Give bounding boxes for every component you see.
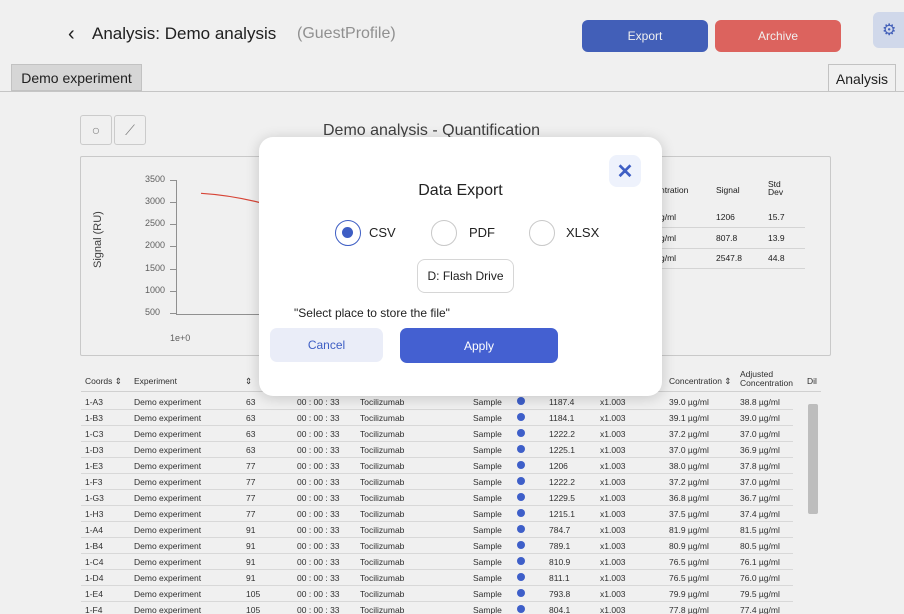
label-pdf: PDF: [469, 225, 495, 240]
radio-pdf[interactable]: [431, 220, 457, 246]
store-location-prompt: "Select place to store the file": [294, 306, 450, 320]
radio-csv[interactable]: [335, 220, 361, 246]
apply-button[interactable]: Apply: [400, 328, 558, 363]
dialog-title: Data Export: [418, 182, 503, 199]
data-export-dialog: ✕ Data Export CSV PDF XLSX D: Flash Driv…: [259, 137, 662, 396]
label-xlsx: XLSX: [566, 225, 600, 240]
label-csv: CSV: [369, 225, 396, 240]
close-icon: ✕: [616, 160, 634, 183]
cancel-button[interactable]: Cancel: [270, 328, 383, 362]
drive-select-button[interactable]: D: Flash Drive: [417, 259, 514, 293]
radio-xlsx[interactable]: [529, 220, 555, 246]
